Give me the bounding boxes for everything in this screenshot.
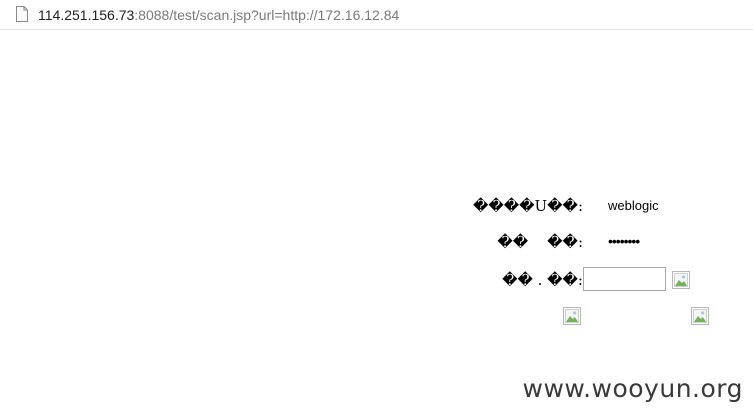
captcha-input[interactable] [583, 267, 666, 291]
password-label: �� ��: [497, 233, 583, 251]
address-bar[interactable]: 114.251.156.73:8088/test/scan.jsp?url=ht… [0, 0, 753, 30]
submit-image-button[interactable] [563, 307, 581, 325]
username-field[interactable]: weblogic [608, 198, 659, 213]
captcha-label: �� . ��: [502, 271, 583, 289]
captcha-image-icon [672, 271, 690, 289]
url-host: 114.251.156.73 [38, 7, 135, 23]
username-label: ����U��: [473, 197, 583, 215]
watermark: www.wooyun.org [522, 374, 743, 403]
document-icon [16, 6, 28, 22]
url-path: :8088/test/scan.jsp?url=http://172.16.12… [134, 7, 400, 23]
url-text[interactable]: 114.251.156.73:8088/test/scan.jsp?url=ht… [38, 7, 399, 23]
password-field[interactable]: •••••••• [608, 233, 640, 249]
reset-image-button[interactable] [691, 307, 709, 325]
